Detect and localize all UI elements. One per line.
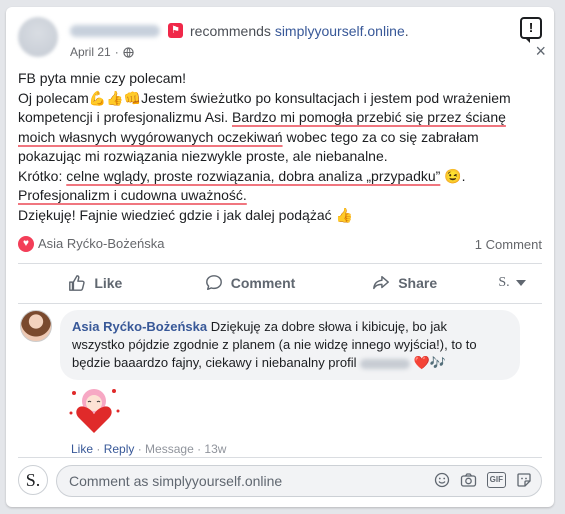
text-fragment: Krótko: xyxy=(18,167,67,184)
comment-count[interactable]: 1 Comment xyxy=(475,237,542,252)
date-text: April 21 xyxy=(70,45,111,59)
text-fragment: kompetencji i profesjonalizmu Asi. xyxy=(18,109,232,125)
gif-icon[interactable]: GIF xyxy=(486,472,506,488)
comment-bubble: Asia Ryćko-Bożeńska Dziękuję za dobre sł… xyxy=(60,310,520,380)
comment-button[interactable]: Comment xyxy=(173,274,328,292)
emoji-icon[interactable] xyxy=(434,472,450,488)
post-card: ⚑ recommends simplyyourself.online. Apri… xyxy=(6,7,554,507)
post-line: pokazując mi rozwiązania niezwykle prost… xyxy=(18,148,388,164)
post-line: Dziękuję! Fajnie wiedzieć gdzie i jak da… xyxy=(18,206,353,223)
comment-reply-link[interactable]: Reply xyxy=(104,442,135,456)
post-line: Profesjonalizm i cudowna uważność. xyxy=(18,186,540,206)
composer-tools: GIF xyxy=(434,472,532,488)
comment-line: wszystko pójdzie zgodnie z planem (a nie… xyxy=(72,337,477,352)
divider xyxy=(18,263,542,264)
meta-sep: · xyxy=(134,442,146,456)
post-line: Oj polecam💪👍👊Jestem świeżutko po konsult… xyxy=(18,89,511,106)
page-avatar[interactable]: S. xyxy=(18,465,48,495)
comment-line: będzie baaardzo fajny, ciekawy i niebana… xyxy=(72,354,508,372)
post-line: Krótko: celne wglądy, proste rozwiązania… xyxy=(18,167,540,187)
comment-icon xyxy=(205,275,222,291)
meta-sep: · xyxy=(93,442,104,456)
post-date[interactable]: April 21 · xyxy=(70,45,134,59)
highlighted-text: Bardzo mi pomogła przebić się przez ścia… xyxy=(232,109,506,125)
thumbs-up-icon xyxy=(69,275,86,291)
close-icon[interactable]: × xyxy=(535,41,546,62)
globe-icon xyxy=(123,46,134,58)
chevron-down-icon xyxy=(515,280,526,286)
meta-sep: · xyxy=(193,442,205,456)
share-label: Share xyxy=(398,275,438,291)
post-line: FB pyta mnie czy polecam! xyxy=(18,70,187,86)
post-body: FB pyta mnie czy polecam! Oj polecam💪👍👊J… xyxy=(18,69,540,225)
post-header: ⚑ recommends simplyyourself.online. Apri… xyxy=(18,17,546,67)
post-line: moich własnych wygórowanych oczekiwań wo… xyxy=(18,128,540,148)
blurred-mention xyxy=(360,358,411,369)
text-fragment: wobec tego za co się zabrałam xyxy=(282,128,479,145)
divider xyxy=(18,457,542,458)
comment-like-link[interactable]: Like xyxy=(71,442,93,456)
report-button[interactable]: ! xyxy=(520,17,542,43)
recommend-line: recommends simplyyourself.online. xyxy=(190,23,409,39)
comment-meta: Like · Reply · Message · 13w xyxy=(71,442,226,456)
author-name-blurred[interactable] xyxy=(70,25,160,37)
highlighted-text: Profesjonalizm i cudowna uważność. xyxy=(18,187,247,203)
highlighted-text: celne wglądy, proste rozwiązania, dobra … xyxy=(66,167,441,184)
page-link[interactable]: simplyyourself.online xyxy=(275,23,405,39)
comment-line: Asia Ryćko-Bożeńska Dziękuję za dobre sł… xyxy=(72,318,508,336)
page-initial: S. xyxy=(498,275,510,290)
action-bar: Like Comment Share S. xyxy=(18,267,542,299)
divider xyxy=(18,303,542,304)
comment-composer: S. GIF xyxy=(18,465,542,499)
recommend-icon: ⚑ xyxy=(168,23,183,38)
text-fragment: 😉. xyxy=(440,167,466,184)
reactions-row: ♥ Asia Ryćko-Bożeńska 1 Comment xyxy=(18,235,542,257)
comment-text: Dziękuję za dobre słowa i kibicuję, bo j… xyxy=(207,319,448,334)
love-reaction-icon[interactable]: ♥ xyxy=(18,235,34,252)
share-button[interactable]: Share xyxy=(327,274,482,292)
share-icon xyxy=(373,275,390,290)
comment-emoji: ❤️🎶 xyxy=(410,355,447,370)
reactor-name[interactable]: Asia Ryćko-Bożeńska xyxy=(38,236,164,251)
comment-text: będzie baaardzo fajny, ciekawy i niebana… xyxy=(72,355,357,370)
highlighted-text: moich własnych wygórowanych oczekiwań xyxy=(18,128,283,145)
comment-label: Comment xyxy=(230,275,296,291)
recommend-period: . xyxy=(404,23,409,39)
date-separator: · xyxy=(114,45,119,59)
comment-time[interactable]: 13w xyxy=(204,442,226,456)
comment-author[interactable]: Asia Ryćko-Bożeńska xyxy=(72,319,207,334)
like-label: Like xyxy=(94,275,123,291)
page-selector[interactable]: S. xyxy=(482,275,542,291)
commenter-avatar[interactable] xyxy=(20,310,52,342)
like-button[interactable]: Like xyxy=(18,274,173,292)
post-line: kompetencji i profesjonalizmu Asi. Bardz… xyxy=(18,108,540,128)
camera-icon[interactable] xyxy=(460,472,477,488)
recommend-text: recommends xyxy=(190,23,271,39)
comment-message-link[interactable]: Message xyxy=(145,442,194,456)
author-avatar-blurred[interactable] xyxy=(18,17,58,57)
heart-sticker xyxy=(69,389,120,433)
sticker-icon[interactable] xyxy=(516,472,532,488)
